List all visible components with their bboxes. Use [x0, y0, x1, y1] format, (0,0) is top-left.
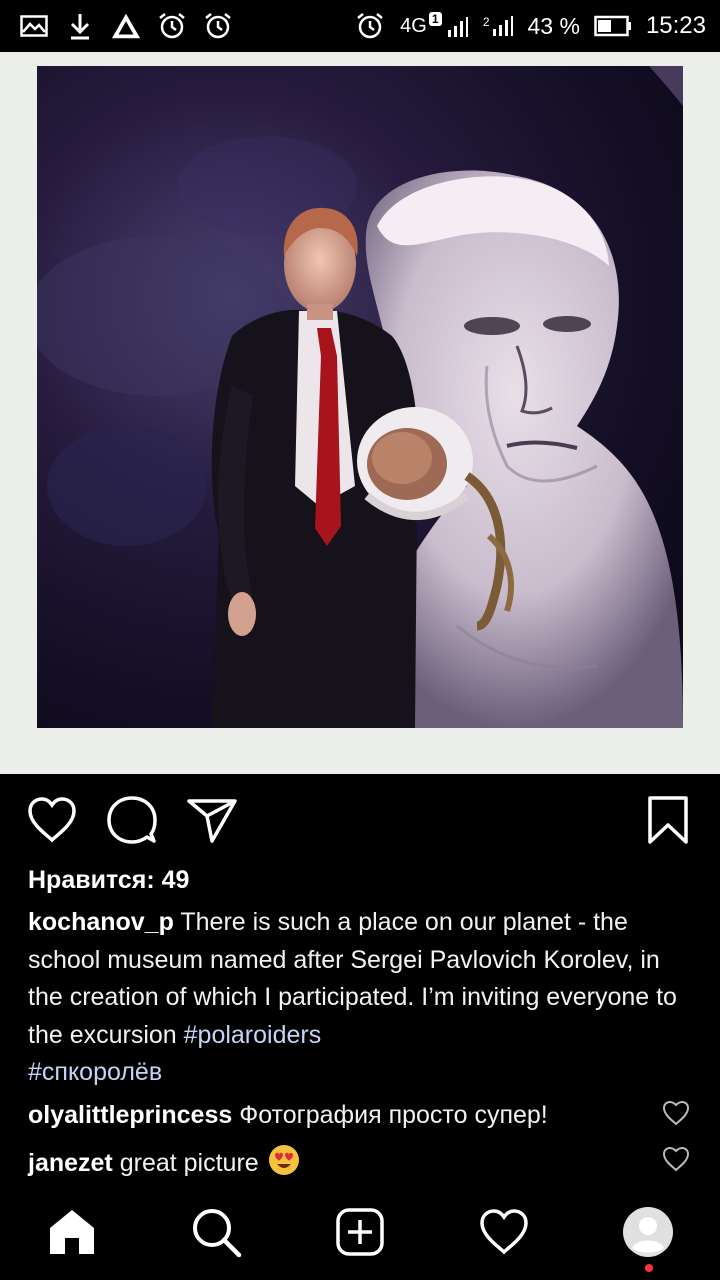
- likes-count[interactable]: Нравится: 49: [28, 866, 189, 895]
- signal-bars-icon: [492, 16, 513, 36]
- add-post-icon[interactable]: [332, 1204, 388, 1260]
- battery-percent: 43 %: [527, 12, 580, 39]
- profile-icon[interactable]: [620, 1204, 676, 1260]
- heart-eyes-emoji-icon: [268, 1144, 300, 1185]
- save-icon[interactable]: [642, 794, 694, 846]
- sim1-badge: 1: [428, 11, 445, 38]
- post-actions-bar: [0, 774, 720, 864]
- comment-text: Фотография просто супер!: [232, 1101, 548, 1129]
- share-icon[interactable]: [186, 794, 238, 846]
- comment-author[interactable]: janezet: [28, 1149, 113, 1177]
- activity-icon[interactable]: [476, 1204, 532, 1260]
- post-image-container[interactable]: [0, 52, 720, 774]
- comment-like-icon[interactable]: [662, 1146, 690, 1174]
- hashtag-link[interactable]: #polaroiders: [184, 1021, 322, 1049]
- comment-author[interactable]: olyalittleprincess: [28, 1101, 232, 1129]
- image-icon: [18, 10, 50, 42]
- comment-icon[interactable]: [106, 794, 158, 846]
- post-caption: kochanov_p There is such a place on our …: [28, 904, 692, 1092]
- network-type: 4G: [400, 14, 427, 37]
- comment-like-icon[interactable]: [662, 1100, 690, 1128]
- post-photo[interactable]: [37, 66, 683, 728]
- alarm-icon: [202, 10, 234, 42]
- status-bar: 4G 1 2 43 % 15:23: [0, 0, 720, 52]
- signal-bars-icon: [447, 16, 468, 37]
- comment-row: janezet great picture: [28, 1144, 648, 1185]
- sim1-signal: 4G 1: [400, 11, 469, 38]
- like-icon[interactable]: [26, 794, 78, 846]
- status-right-icons: 4G 1 2 43 % 15:23: [354, 10, 706, 42]
- clock: 15:23: [645, 12, 706, 39]
- sim2-signal: 2: [483, 15, 514, 37]
- polaroid-photo-illustration: [37, 66, 683, 728]
- hashtag-link[interactable]: #спкоролёв: [28, 1058, 162, 1086]
- home-icon[interactable]: [44, 1204, 100, 1260]
- search-icon[interactable]: [188, 1204, 244, 1260]
- post-author[interactable]: kochanov_p: [28, 908, 174, 936]
- alarm-icon: [156, 10, 188, 42]
- alarm-icon: [354, 10, 386, 42]
- download-icon: [64, 10, 96, 42]
- notification-dot: [645, 1264, 653, 1272]
- comment-row: olyalittleprincess Фотография просто суп…: [28, 1098, 648, 1132]
- warning-icon: [110, 10, 142, 42]
- comment-text: great picture: [112, 1149, 266, 1178]
- battery-icon: [594, 15, 631, 37]
- bottom-navigation: [0, 1196, 720, 1280]
- status-left-icons: [18, 10, 234, 42]
